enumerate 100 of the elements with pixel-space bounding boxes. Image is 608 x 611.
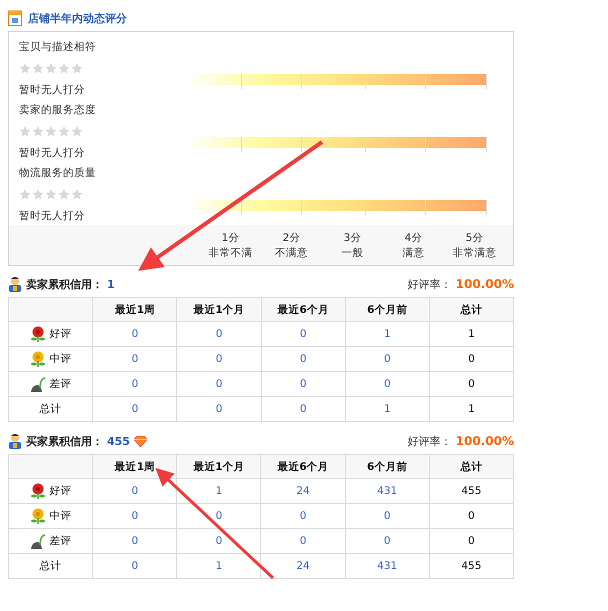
rate-value: 100.00% — [456, 277, 514, 291]
count-value[interactable]: 0 — [132, 328, 138, 340]
rating-label: 宝贝与描述相符 — [19, 40, 97, 54]
star-icon — [58, 126, 70, 137]
flower-icon — [30, 351, 46, 367]
count-value[interactable]: 0 — [384, 510, 391, 522]
count-value[interactable]: 0 — [216, 535, 222, 547]
star-icon — [71, 63, 83, 74]
scale-score: 2分 — [282, 231, 300, 246]
star-icon — [58, 63, 70, 74]
section-title: 店铺半年内动态评分 — [28, 10, 127, 26]
star-icon — [45, 126, 57, 137]
rating-label: 物流服务的质量 — [19, 166, 97, 180]
count-value[interactable]: 0 — [300, 378, 307, 390]
count-value[interactable]: 1 — [216, 560, 222, 572]
row-label: 总计 — [40, 559, 62, 573]
rating-status: 暂时无人打分 — [19, 209, 86, 223]
column-header: 6个月前 — [345, 298, 430, 322]
count-value: 455 — [461, 560, 482, 572]
count-value[interactable]: 0 — [132, 485, 138, 497]
count-value: 1 — [468, 328, 475, 340]
column-header: 最近1个月 — [176, 298, 262, 322]
count-value[interactable]: 24 — [296, 485, 310, 497]
scale-meaning: 一般 — [342, 246, 364, 261]
count-value[interactable]: 0 — [132, 535, 138, 547]
credit-label: 卖家累积信用： — [26, 276, 103, 292]
star-icon — [19, 189, 31, 200]
count-value[interactable]: 0 — [132, 560, 138, 572]
count-value[interactable]: 1 — [384, 328, 391, 340]
count-value[interactable]: 0 — [132, 353, 138, 365]
scale-score: 5分 — [466, 231, 484, 246]
count-value[interactable]: 1 — [216, 485, 222, 497]
count-value: 0 — [468, 510, 475, 522]
count-value[interactable]: 431 — [377, 560, 398, 572]
person-icon — [8, 433, 22, 449]
count-value: 0 — [468, 535, 475, 547]
count-value[interactable]: 0 — [300, 403, 307, 415]
star-icon — [58, 189, 70, 200]
count-value[interactable]: 0 — [300, 535, 306, 547]
column-header: 6个月前 — [345, 454, 430, 478]
count-value[interactable]: 0 — [132, 510, 138, 522]
scale-score: 1分 — [222, 231, 240, 246]
scale-meaning: 非常不满 — [208, 246, 252, 261]
rate-label: 好评率： — [408, 434, 452, 448]
star-icon — [71, 126, 83, 137]
star-icon — [32, 126, 44, 137]
scale-score: 4分 — [404, 231, 422, 246]
count-value[interactable]: 0 — [216, 353, 222, 365]
count-value: 455 — [461, 485, 482, 497]
row-label: 中评 — [50, 352, 72, 366]
column-header: 最近6个月 — [260, 454, 346, 478]
star-icon — [19, 126, 31, 137]
rating-status: 暂时无人打分 — [19, 83, 86, 97]
person-icon — [8, 276, 22, 292]
flower-icon — [30, 483, 46, 499]
count-value[interactable]: 0 — [384, 378, 391, 390]
star-icon — [45, 63, 57, 74]
wilted-plant-icon — [30, 533, 46, 549]
count-value[interactable]: 24 — [296, 560, 310, 572]
scale-meaning: 非常满意 — [452, 246, 496, 261]
count-value[interactable]: 0 — [132, 403, 138, 415]
count-value[interactable]: 0 — [216, 403, 222, 415]
star-icon — [19, 63, 31, 74]
count-value[interactable]: 0 — [216, 510, 222, 522]
row-label: 差评 — [50, 377, 72, 391]
flower-icon — [30, 508, 46, 524]
calendar-icon — [8, 10, 22, 26]
count-value[interactable]: 0 — [384, 353, 391, 365]
count-value: 0 — [468, 353, 475, 365]
count-value[interactable]: 431 — [377, 485, 398, 497]
rate-label: 好评率： — [408, 276, 452, 292]
count-value: 0 — [468, 378, 475, 390]
column-header: 最近1个月 — [176, 454, 261, 478]
credit-value[interactable]: 1 — [107, 278, 115, 290]
star-icon — [45, 189, 57, 200]
count-value[interactable]: 0 — [384, 535, 391, 547]
star-icon — [71, 189, 83, 200]
rate-value: 100.00% — [456, 434, 514, 448]
scale-meaning: 满意 — [402, 246, 424, 261]
row-label: 好评 — [50, 484, 72, 498]
count-value: 1 — [468, 403, 475, 415]
count-value[interactable]: 0 — [216, 378, 222, 390]
column-header: 最近6个月 — [261, 298, 346, 322]
scale-score: 3分 — [344, 231, 362, 246]
row-label: 中评 — [50, 509, 72, 523]
credit-label: 买家累积信用： — [26, 434, 103, 448]
count-value[interactable]: 0 — [216, 328, 222, 340]
rating-status: 暂时无人打分 — [19, 146, 86, 160]
count-value[interactable]: 0 — [300, 328, 307, 340]
credit-value[interactable]: 455 — [107, 434, 130, 448]
count-value[interactable]: 0 — [300, 510, 306, 522]
column-header: 最近1周 — [92, 454, 177, 478]
count-value[interactable]: 1 — [384, 403, 391, 415]
star-icon — [32, 63, 44, 74]
count-value[interactable]: 0 — [300, 353, 307, 365]
count-value[interactable]: 0 — [132, 378, 138, 390]
column-header: 最近1周 — [92, 298, 177, 322]
wilted-plant-icon — [30, 376, 46, 392]
row-label: 好评 — [50, 327, 72, 341]
column-header: 总计 — [429, 298, 514, 322]
